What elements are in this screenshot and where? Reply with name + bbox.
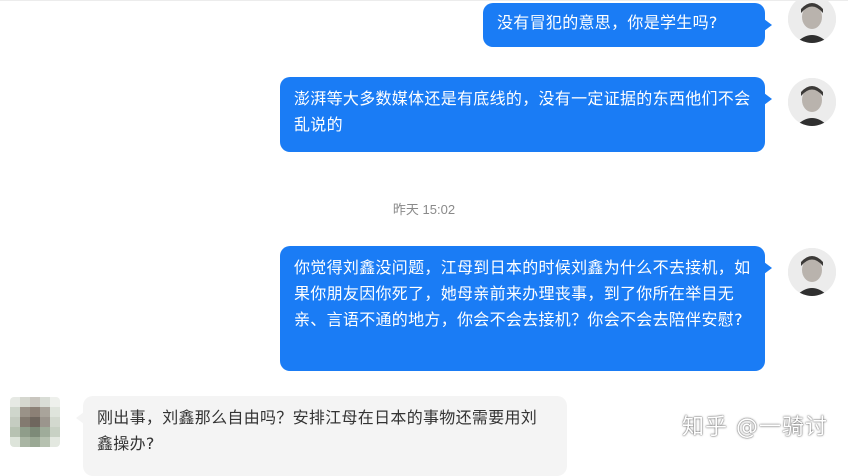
outgoing-message-bubble[interactable]: 澎湃等大多数媒体还是有底线的，没有一定证据的东西他们不会乱说的 [280,77,772,152]
user-avatar-icon[interactable] [788,78,836,126]
user-avatar-icon[interactable] [788,0,836,43]
blurred-avatar-icon[interactable] [10,397,60,447]
message-text: 刚出事，刘鑫那么自由吗？安排江母在日本的事物还需要用刘鑫操办? [97,408,538,453]
incoming-message-bubble[interactable]: 刚出事，刘鑫那么自由吗？安排江母在日本的事物还需要用刘鑫操办? [76,396,567,476]
top-divider [0,0,848,1]
message-timestamp: 昨天 15:02 [392,202,456,217]
zhihu-watermark: 知乎 @一骑讨 [682,415,828,440]
message-text: 没有冒犯的意思，你是学生吗? [497,13,718,32]
message-text: 你觉得刘鑫没问题，江母到日本的时候刘鑫为什么不去接机，如果你朋友因你死了，她母亲… [294,258,751,329]
user-avatar-icon[interactable] [788,248,836,296]
chat-window: 没有冒犯的意思，你是学生吗? 澎湃等大多数媒体还是有底线的，没有一定证据的东西他… [0,0,848,476]
outgoing-message-bubble[interactable]: 没有冒犯的意思，你是学生吗? [483,3,772,47]
outgoing-message-bubble[interactable]: 你觉得刘鑫没问题，江母到日本的时候刘鑫为什么不去接机，如果你朋友因你死了，她母亲… [280,246,772,371]
message-text: 澎湃等大多数媒体还是有底线的，没有一定证据的东西他们不会乱说的 [294,89,751,134]
